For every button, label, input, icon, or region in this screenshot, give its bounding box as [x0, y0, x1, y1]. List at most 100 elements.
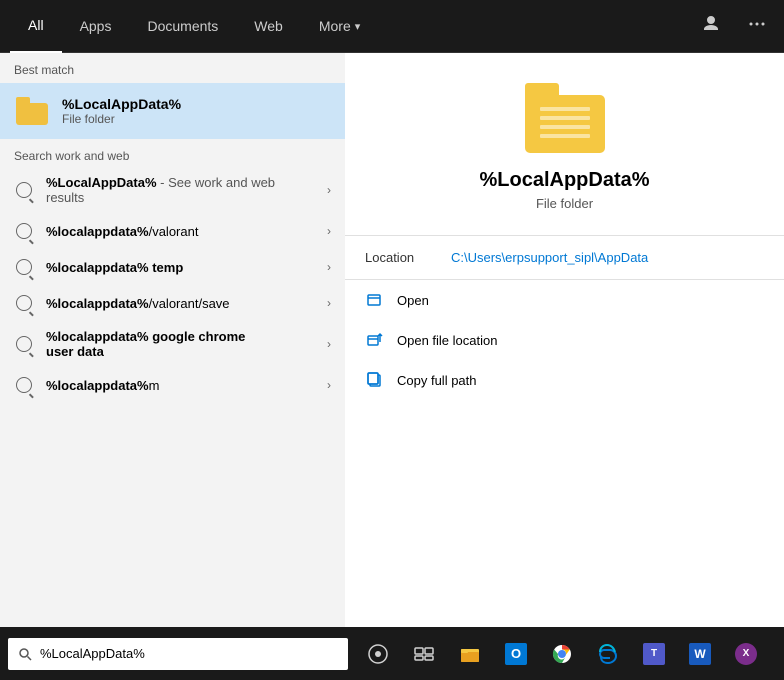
search-circle-icon-4 [16, 295, 32, 311]
user-icon-button[interactable] [694, 11, 728, 42]
action-open-file-location-label: Open file location [397, 333, 497, 348]
search-highlight-4: %localappdata% [46, 296, 149, 311]
result-folder-tab [525, 83, 559, 95]
tab-more[interactable]: More ▾ [301, 0, 378, 53]
left-panel: Best match %LocalAppData% File folder Se… [0, 53, 345, 680]
taskbar: %LocalAppData% [0, 627, 784, 680]
search-normal-6: m [149, 378, 160, 393]
search-icon-6 [14, 375, 34, 395]
search-circle-icon-2 [16, 223, 32, 239]
tab-apps[interactable]: Apps [62, 0, 130, 53]
nav-right-icons [694, 11, 774, 42]
best-match-type: File folder [62, 112, 181, 126]
search-normal-2: /valorant [149, 224, 199, 239]
result-folder-back [525, 95, 605, 153]
search-item-text-2: %localappdata%/valorant [46, 224, 315, 239]
result-title: %LocalAppData% [479, 169, 649, 192]
search-item-text-3: %localappdata% temp [46, 260, 315, 275]
taskview-icon [367, 643, 389, 665]
search-icon-3 [14, 257, 34, 277]
search-item-4[interactable]: %localappdata%/valorant/save › [0, 285, 345, 321]
best-match-folder-icon [14, 93, 50, 129]
search-highlight-3: %localappdata% [46, 260, 149, 275]
best-match-text: %LocalAppData% File folder [62, 96, 181, 126]
teams-icon: T [643, 643, 665, 665]
search-highlight-2: %localappdata% [46, 224, 149, 239]
taskbar-search[interactable]: %LocalAppData% [8, 638, 348, 670]
search-circle-icon-5 [16, 336, 32, 352]
location-label: Location [365, 250, 435, 265]
more-options-button[interactable] [740, 11, 774, 42]
search-item-2[interactable]: %localappdata%/valorant › [0, 213, 345, 249]
taskbar-icons: O T W X [356, 627, 768, 680]
best-match-item[interactable]: %LocalAppData% File folder [0, 83, 345, 139]
user-icon [702, 15, 720, 33]
chrome-button[interactable] [540, 627, 584, 680]
word-icon: W [689, 643, 711, 665]
tab-all-label: All [28, 17, 44, 33]
search-chevron-4: › [327, 296, 331, 310]
result-folder-stripes [540, 107, 590, 145]
file-explorer-icon [459, 643, 481, 665]
search-item-text-4: %localappdata%/valorant/save [46, 296, 315, 311]
search-item-1[interactable]: %LocalAppData% - See work and web result… [0, 167, 345, 213]
folder-back [16, 103, 48, 125]
search-item-3[interactable]: %localappdata% temp › [0, 249, 345, 285]
open-file-location-icon [365, 330, 385, 350]
word-button[interactable]: W [678, 627, 722, 680]
search-highlight-5: %localappdata% [46, 329, 149, 344]
multidesktop-icon [413, 643, 435, 665]
tab-web-label: Web [254, 18, 283, 34]
result-subtitle: File folder [536, 196, 593, 211]
search-normal-4: /valorant/save [149, 296, 230, 311]
best-match-label: Best match [0, 53, 345, 83]
location-row: Location C:\Users\erpsupport_sipl\AppDat… [345, 236, 784, 279]
action-open-file-location[interactable]: Open file location [345, 320, 784, 360]
edge-button[interactable] [586, 627, 630, 680]
multidesktop-button[interactable] [402, 627, 446, 680]
tab-documents[interactable]: Documents [129, 0, 236, 53]
search-item-6[interactable]: %localappdata%m › [0, 367, 345, 403]
stripe-2 [540, 116, 590, 120]
search-icon-4 [14, 293, 34, 313]
taskbar-search-text: %LocalAppData% [40, 646, 338, 661]
action-copy-full-path-label: Copy full path [397, 373, 477, 388]
top-nav: All Apps Documents Web More ▾ [0, 0, 784, 53]
action-open[interactable]: Open [345, 280, 784, 320]
app-x-icon: X [735, 643, 757, 665]
search-item-text-1: %LocalAppData% - See work and web result… [46, 175, 315, 205]
search-item-text-6: %localappdata%m [46, 378, 315, 393]
search-item-5[interactable]: %localappdata% google chromeuser data › [0, 321, 345, 367]
tab-apps-label: Apps [80, 18, 112, 34]
stripe-1 [540, 107, 590, 111]
best-match-name: %LocalAppData% [62, 96, 181, 112]
outlook-button[interactable]: O [494, 627, 538, 680]
location-path[interactable]: C:\Users\erpsupport_sipl\AppData [451, 250, 648, 265]
main-area: Best match %LocalAppData% File folder Se… [0, 53, 784, 680]
action-open-label: Open [397, 293, 429, 308]
tab-web[interactable]: Web [236, 0, 301, 53]
ellipsis-icon [748, 15, 766, 33]
file-explorer-button[interactable] [448, 627, 492, 680]
stripe-3 [540, 125, 590, 129]
taskview-button[interactable] [356, 627, 400, 680]
more-chevron-icon: ▾ [355, 20, 361, 33]
tab-all[interactable]: All [10, 0, 62, 53]
tab-documents-label: Documents [147, 18, 218, 34]
search-item-text-5: %localappdata% google chromeuser data [46, 329, 315, 359]
search-circle-icon-6 [16, 377, 32, 393]
app-x-button[interactable]: X [724, 627, 768, 680]
chrome-icon [551, 643, 573, 665]
teams-button[interactable]: T [632, 627, 676, 680]
search-chevron-5: › [327, 337, 331, 351]
action-copy-full-path[interactable]: Copy full path [345, 360, 784, 400]
open-icon [365, 290, 385, 310]
search-chevron-3: › [327, 260, 331, 274]
search-chevron-6: › [327, 378, 331, 392]
search-icon-2 [14, 221, 34, 241]
search-web-label: Search work and web [0, 139, 345, 167]
search-icon-1 [14, 180, 34, 200]
tab-more-label: More [319, 18, 351, 34]
outlook-icon: O [505, 643, 527, 665]
stripe-4 [540, 134, 590, 138]
